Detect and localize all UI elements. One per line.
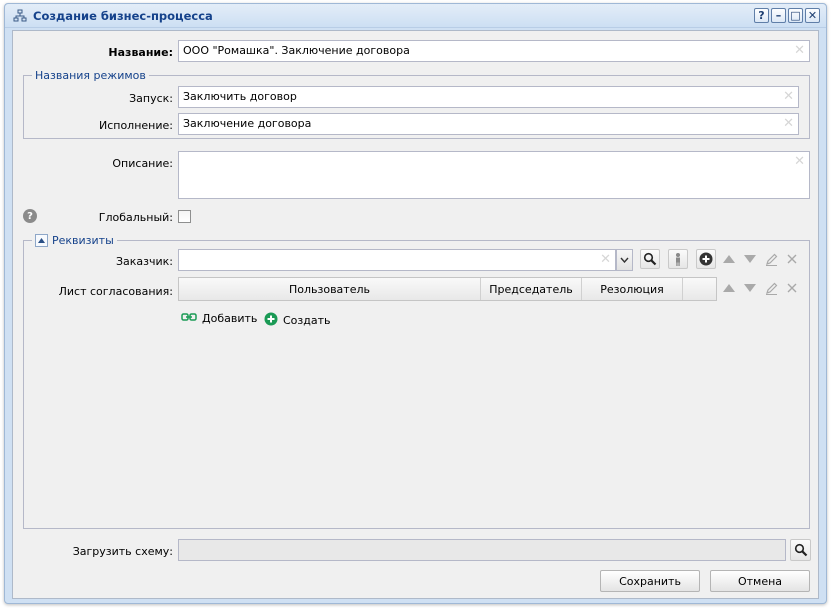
column-chairman[interactable]: Председатель [481, 278, 582, 300]
add-icon [264, 312, 278, 329]
maximize-button[interactable]: □ [788, 8, 803, 23]
customer-combo-input[interactable]: ✕ [178, 249, 616, 271]
requisites-legend-label: Реквизиты [52, 234, 114, 247]
add-label: Добавить [202, 312, 258, 325]
name-value: ООО "Ромашка". Заключение договора [183, 44, 410, 57]
search-icon[interactable] [640, 249, 660, 269]
launch-label: Запуск: [129, 92, 173, 105]
delete-icon[interactable] [782, 249, 802, 269]
clear-icon[interactable]: ✕ [783, 90, 794, 103]
link-icon [181, 312, 197, 325]
arrow-up-icon[interactable] [719, 249, 739, 269]
launch-value: Заключить договор [183, 90, 297, 103]
dialog-window: Создание бизнес-процесса ? – □ ✕ Названи… [4, 3, 827, 604]
window-tools: ? – □ ✕ [754, 8, 820, 23]
execution-value: Заключение договора [183, 117, 312, 130]
arrow-down-icon[interactable] [740, 249, 760, 269]
close-button[interactable]: ✕ [805, 8, 820, 23]
arrow-down-icon[interactable] [740, 278, 760, 298]
clear-icon[interactable]: ✕ [794, 155, 805, 168]
approval-label: Лист согласования: [58, 285, 173, 298]
create-label: Создать [283, 314, 331, 327]
collapse-icon[interactable] [35, 234, 48, 247]
modes-legend: Названия режимов [32, 69, 149, 82]
name-input[interactable]: ООО "Ромашка". Заключение договора ✕ [178, 40, 810, 62]
column-resolution[interactable]: Резолюция [582, 278, 683, 300]
execution-label: Исполнение: [98, 119, 173, 132]
arrow-up-icon[interactable] [719, 278, 739, 298]
clear-icon[interactable]: ✕ [600, 253, 611, 266]
execution-input[interactable]: Заключение договора ✕ [178, 113, 799, 135]
column-user[interactable]: Пользователь [179, 278, 481, 300]
person-icon[interactable] [668, 249, 688, 269]
upload-label: Загрузить схему: [72, 545, 173, 558]
customer-label: Заказчик: [115, 255, 173, 268]
window-title: Создание бизнес-процесса [33, 9, 213, 23]
description-textarea[interactable]: ✕ [178, 151, 810, 199]
title-bar[interactable]: Создание бизнес-процесса ? – □ ✕ [5, 4, 826, 28]
launch-input[interactable]: Заключить договор ✕ [178, 86, 799, 108]
window-icon [13, 9, 27, 23]
requisites-legend[interactable]: Реквизиты [32, 234, 117, 247]
global-label: Глобальный: [98, 211, 173, 224]
search-icon[interactable] [790, 539, 811, 561]
save-button[interactable]: Сохранить [600, 570, 700, 592]
description-label: Описание: [112, 157, 173, 170]
dialog-body: Название: ООО "Ромашка". Заключение дого… [12, 30, 819, 599]
minimize-button[interactable]: – [771, 8, 786, 23]
column-extra [683, 278, 716, 300]
upload-input[interactable] [178, 539, 786, 561]
add-button[interactable]: Добавить [181, 312, 257, 325]
add-icon[interactable] [696, 249, 716, 269]
clear-icon[interactable]: ✕ [794, 44, 805, 57]
approval-grid-header: Пользователь Председатель Резолюция [178, 277, 717, 301]
global-checkbox[interactable] [178, 210, 191, 223]
edit-icon[interactable] [761, 249, 781, 269]
edit-icon[interactable] [761, 278, 781, 298]
help-button[interactable]: ? [754, 8, 769, 23]
delete-icon[interactable] [782, 278, 802, 298]
name-label: Название: [108, 46, 173, 59]
cancel-button[interactable]: Отмена [710, 570, 810, 592]
chevron-down-icon[interactable] [616, 249, 633, 271]
clear-icon[interactable]: ✕ [783, 117, 794, 130]
modes-legend-label: Названия режимов [35, 69, 146, 82]
create-button[interactable]: Создать [264, 312, 331, 329]
